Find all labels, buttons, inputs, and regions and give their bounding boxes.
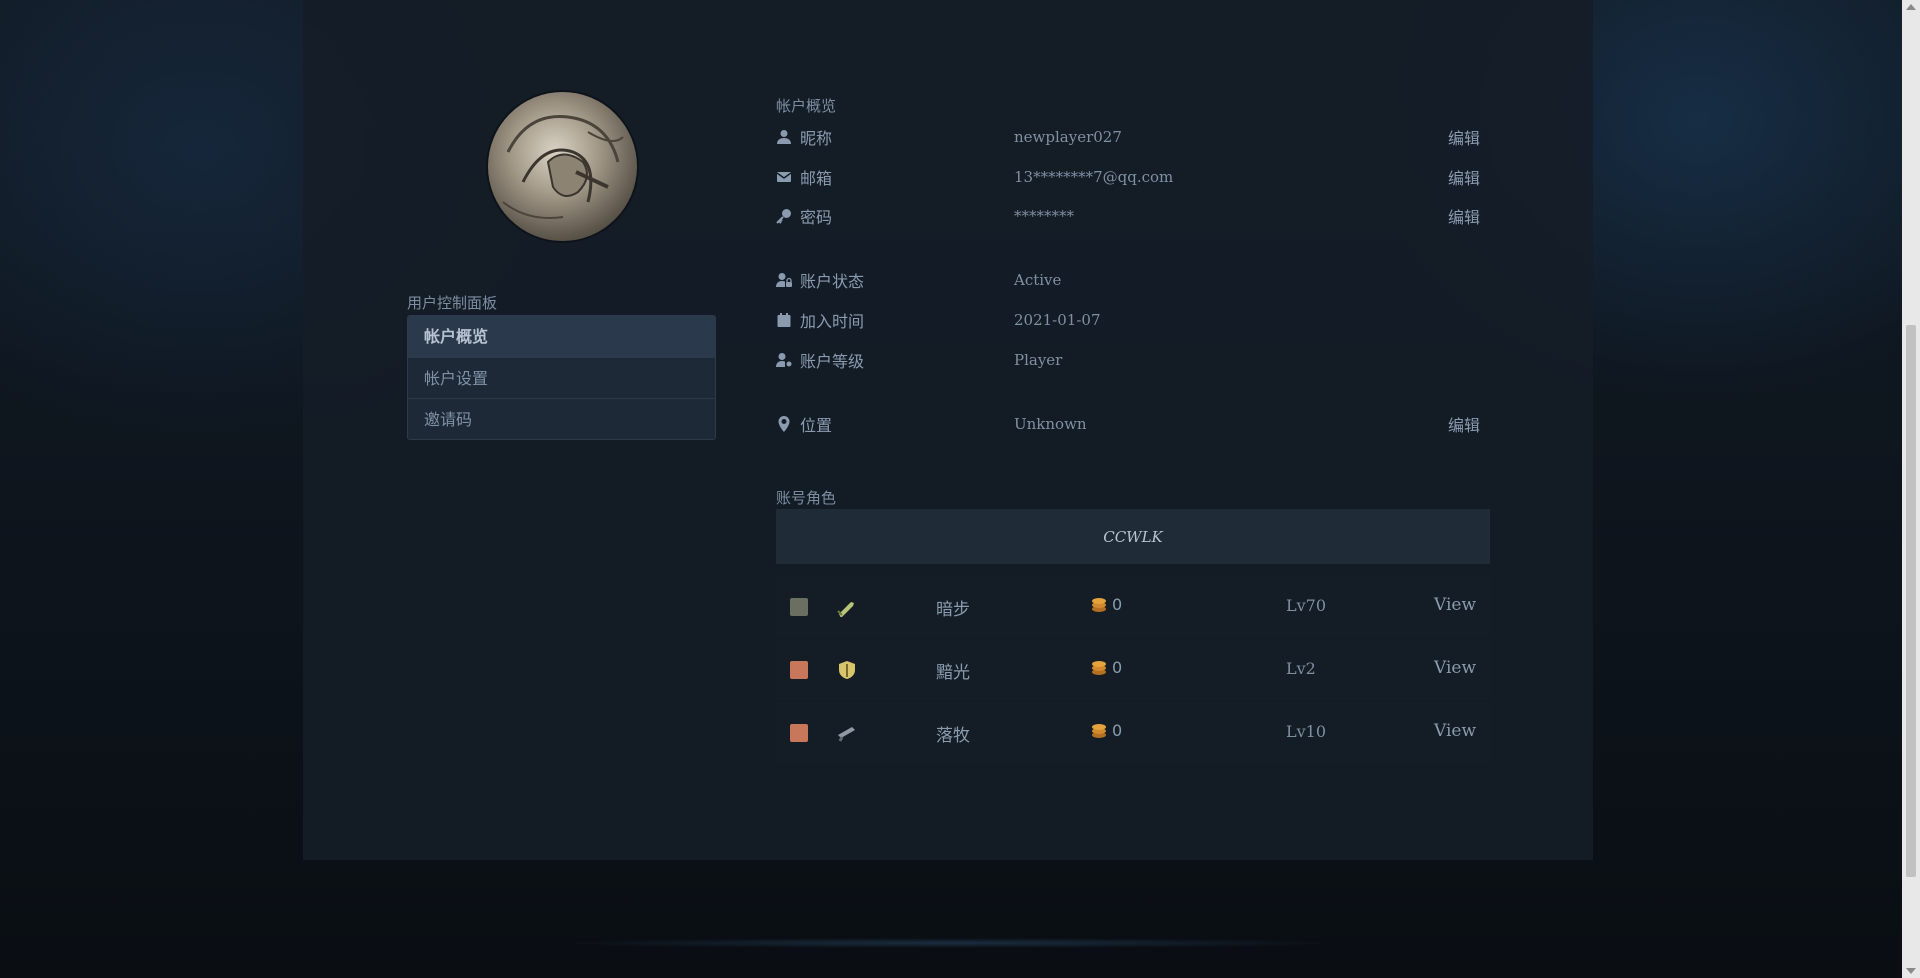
gold-amount: 0 [1112, 658, 1123, 677]
password-row: 密码 ******** 编辑 [776, 202, 1480, 230]
joined-value: 2021-01-07 [1014, 311, 1101, 329]
scrollbar-thumb[interactable] [1906, 325, 1916, 877]
character-name: 落牧 [936, 726, 970, 746]
user-icon [776, 129, 800, 145]
character-name: 暗步 [936, 600, 970, 620]
view-character-button[interactable]: View [1434, 658, 1476, 678]
email-row: 邮箱 13********7@qq.com 编辑 [776, 163, 1480, 191]
gold-coin-icon [1092, 597, 1106, 612]
character-row: 落牧 0 Lv10 View [776, 703, 1490, 763]
joined-row: 加入时间 2021-01-07 [776, 306, 1480, 334]
edit-nickname-button[interactable]: 编辑 [1440, 125, 1480, 149]
race-icon [790, 661, 808, 679]
characters-title: 账号角色 [776, 489, 837, 507]
race-icon [790, 724, 808, 742]
key-icon [776, 208, 800, 224]
sword-icon [836, 597, 858, 618]
view-character-button[interactable]: View [1434, 721, 1476, 741]
view-character-button[interactable]: View [1434, 595, 1476, 615]
password-label: 密码 [800, 208, 833, 227]
character-level: Lv10 [1286, 722, 1327, 741]
email-label: 邮箱 [800, 169, 833, 188]
level-row: 账户等级 Player [776, 346, 1480, 374]
nickname-value: newplayer027 [1014, 128, 1122, 146]
avatar [488, 92, 637, 241]
sidebar-item-account-settings[interactable]: 帐户设置 [408, 357, 715, 398]
status-label: 账户状态 [800, 272, 865, 291]
nickname-row: 昵称 newplayer027 编辑 [776, 123, 1480, 151]
race-icon [790, 598, 808, 616]
joined-label: 加入时间 [800, 312, 865, 331]
nickname-label: 昵称 [800, 129, 833, 148]
location-label: 位置 [800, 416, 833, 435]
location-row: 位置 Unknown 编辑 [776, 410, 1480, 438]
account-panel: 用户控制面板 帐户概览 帐户设置 邀请码 帐户概览 昵称 newplayer02… [303, 0, 1593, 860]
overview-title: 帐户概览 [776, 97, 837, 115]
character-row: 暗步 0 Lv70 View [776, 577, 1490, 637]
status-row: 账户状态 Active [776, 266, 1480, 294]
character-gold: 0 [1090, 721, 1122, 740]
character-name: 黯光 [936, 663, 970, 683]
user-cog-icon [776, 352, 800, 368]
email-value: 13********7@qq.com [1014, 168, 1174, 186]
realm-header: CCWLK [776, 509, 1490, 564]
character-level: Lv70 [1286, 596, 1327, 615]
edit-email-button[interactable]: 编辑 [1440, 165, 1480, 189]
character-row: 黯光 0 Lv2 View [776, 640, 1490, 700]
sidebar-nav: 帐户概览 帐户设置 邀请码 [407, 315, 716, 440]
sidebar-item-invite-code[interactable]: 邀请码 [408, 398, 715, 439]
edit-location-button[interactable]: 编辑 [1440, 412, 1480, 436]
calendar-icon [776, 312, 800, 328]
envelope-icon [776, 169, 800, 185]
level-value: Player [1014, 351, 1063, 369]
sidebar-item-account-overview[interactable]: 帐户概览 [408, 316, 715, 357]
page-scrollbar[interactable] [1902, 0, 1920, 978]
map-pin-icon [776, 416, 800, 432]
gold-amount: 0 [1112, 721, 1123, 740]
footer-glow [560, 938, 1340, 948]
gold-coin-icon [1092, 660, 1106, 675]
status-value: Active [1014, 271, 1062, 289]
character-gold: 0 [1090, 595, 1122, 614]
password-value: ******** [1014, 207, 1074, 225]
location-value: Unknown [1014, 415, 1087, 433]
gold-coin-icon [1092, 723, 1106, 738]
character-level: Lv2 [1286, 659, 1316, 678]
user-lock-icon [776, 272, 800, 288]
avatar-portrait-icon [502, 114, 624, 219]
character-gold: 0 [1090, 658, 1122, 677]
edit-password-button[interactable]: 编辑 [1440, 204, 1480, 228]
level-label: 账户等级 [800, 352, 865, 371]
shield-icon [836, 660, 858, 680]
scroll-down-arrow-icon[interactable] [1906, 968, 1916, 974]
sidebar-title: 用户控制面板 [407, 294, 498, 312]
gold-amount: 0 [1112, 595, 1123, 614]
gun-icon [836, 723, 858, 743]
scroll-up-arrow-icon[interactable] [1906, 4, 1916, 10]
